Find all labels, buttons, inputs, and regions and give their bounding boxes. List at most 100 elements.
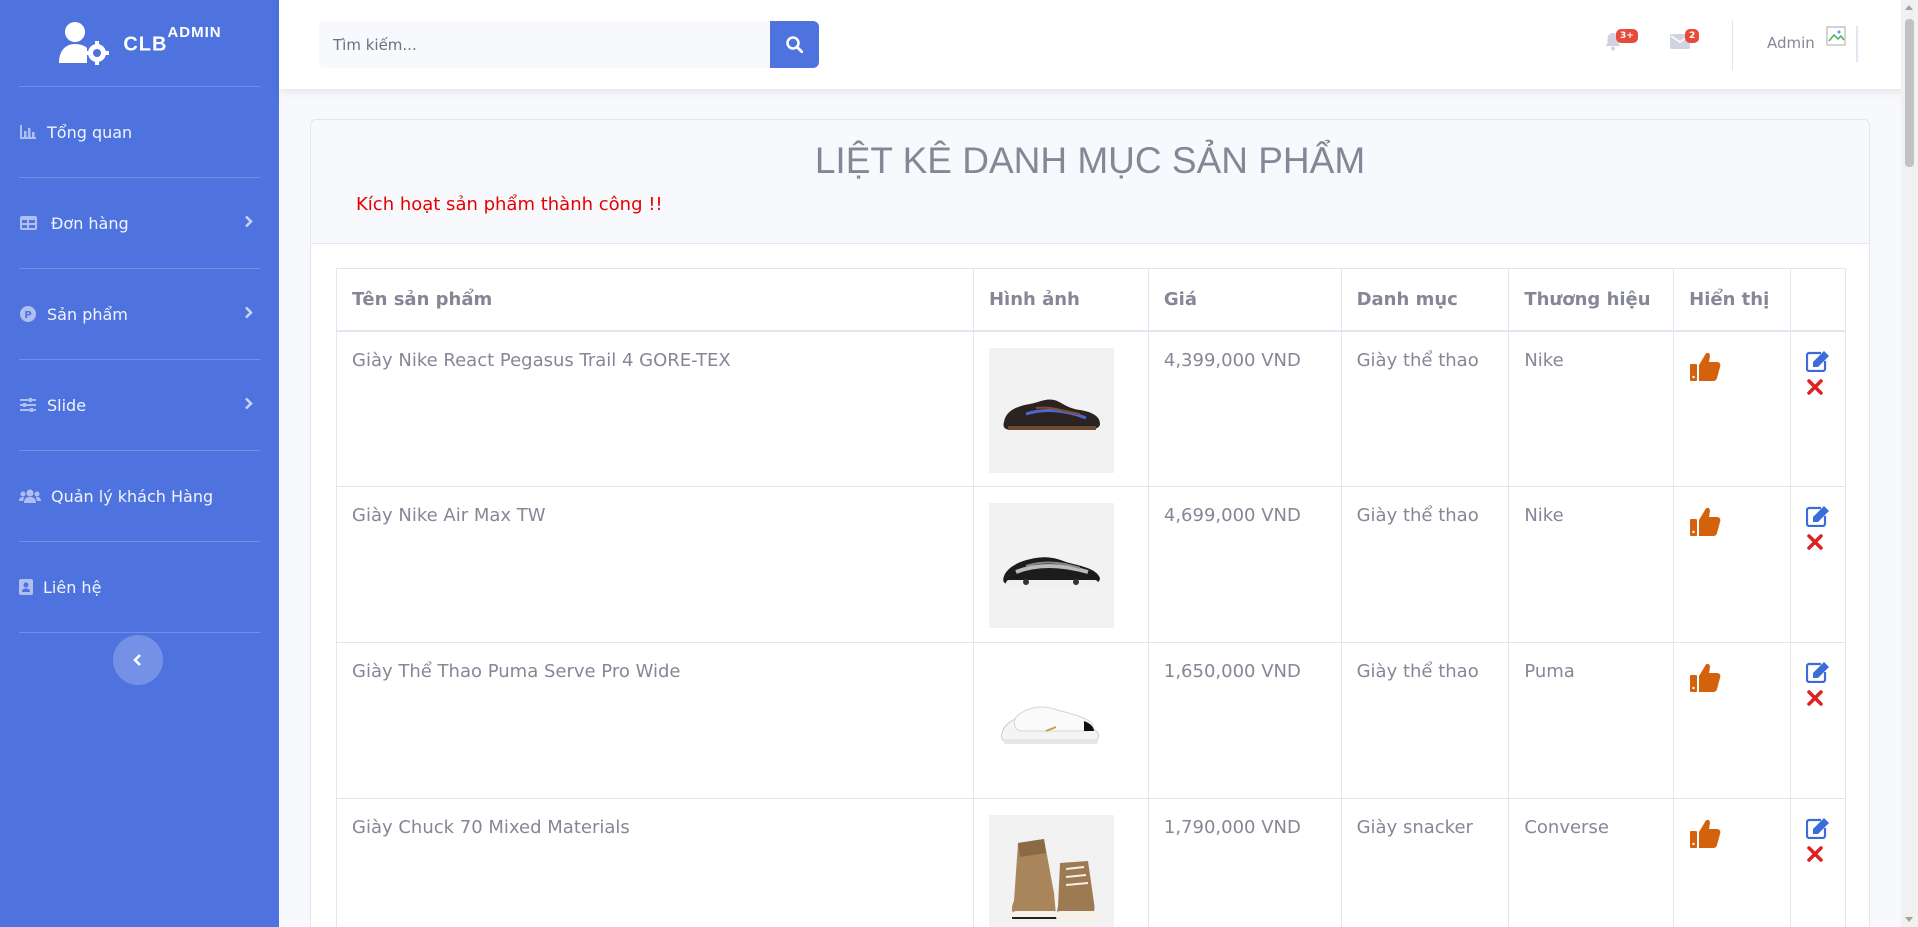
product-category: Giày thể thao xyxy=(1340,330,1510,487)
sidebar: CLBADMIN Tổng quan Đơn hàng P Sản phẩm S… xyxy=(0,0,279,927)
edit-icon[interactable] xyxy=(1805,350,1830,372)
table-header-row: Tên sản phẩm Hình ảnh Giá Danh mục Thươn… xyxy=(336,268,1847,332)
topbar: 3+ 2 Admin xyxy=(279,0,1918,89)
product-name: Giày Nike React Pegasus Trail 4 GORE-TEX xyxy=(336,330,974,487)
sidebar-item-quan-ly-khach-hang[interactable]: Quản lý khách Hàng xyxy=(0,451,279,541)
actions-cell xyxy=(1789,642,1847,799)
product-brand: Puma xyxy=(1508,642,1675,799)
product-category: Giày snacker xyxy=(1340,798,1510,927)
sidebar-item-label: Đơn hàng xyxy=(51,213,129,233)
delete-icon[interactable] xyxy=(1806,533,1824,551)
product-name: Giày Thể Thao Puma Serve Pro Wide xyxy=(336,642,974,799)
users-icon xyxy=(19,487,41,505)
sidebar-item-san-pham[interactable]: P Sản phẩm xyxy=(0,269,279,359)
brand-name-main: CLB xyxy=(123,33,168,56)
visibility-cell xyxy=(1673,330,1791,487)
sidebar-toggle-button[interactable] xyxy=(113,635,163,685)
avatar[interactable] xyxy=(1826,26,1858,62)
column-header: Danh mục xyxy=(1340,268,1510,332)
product-price: 1,650,000 VND xyxy=(1147,642,1342,799)
edit-icon[interactable] xyxy=(1805,817,1830,839)
product-table: Tên sản phẩm Hình ảnh Giá Danh mục Thươn… xyxy=(336,268,1847,927)
sidebar-item-don-hang[interactable]: Đơn hàng xyxy=(0,178,279,268)
product-brand: Nike xyxy=(1508,330,1675,487)
product-brand: Converse xyxy=(1508,798,1675,927)
column-header: Tên sản phẩm xyxy=(336,268,974,332)
scrollbar-thumb[interactable] xyxy=(1905,19,1914,167)
product-brand: Nike xyxy=(1508,486,1675,643)
column-header: Giá xyxy=(1147,268,1342,332)
sidebar-item-tong-quan[interactable]: Tổng quan xyxy=(0,87,279,177)
sidebar-item-label: Quản lý khách Hàng xyxy=(51,486,214,506)
product-image-cell xyxy=(972,486,1149,643)
success-message: Kích hoạt sản phẩm thành công !! xyxy=(356,194,663,215)
column-header: Hiển thị xyxy=(1673,268,1791,332)
product-icon: P xyxy=(19,305,37,323)
chevron-right-icon xyxy=(244,396,253,415)
product-image-cell xyxy=(972,798,1149,927)
sidebar-item-label: Sản phẩm xyxy=(47,304,128,324)
contact-icon xyxy=(19,578,33,596)
search-input[interactable] xyxy=(319,21,770,68)
product-image-cell xyxy=(972,330,1149,487)
alerts-badge: 3+ xyxy=(1616,29,1638,43)
table-row: Giày Nike React Pegasus Trail 4 GORE-TEX… xyxy=(336,330,1847,487)
alerts-button[interactable]: 3+ xyxy=(1605,29,1638,55)
tan-converse-hightop-image xyxy=(988,815,1114,927)
product-category: Giày thể thao xyxy=(1340,486,1510,643)
edit-icon[interactable] xyxy=(1805,661,1830,683)
thumbs-up-icon[interactable] xyxy=(1689,661,1721,693)
column-header xyxy=(1789,268,1847,332)
delete-icon[interactable] xyxy=(1806,845,1824,863)
page-title: LIỆT KÊ DANH MỤC SẢN PHẨM xyxy=(814,140,1366,181)
brand[interactable]: CLBADMIN xyxy=(0,0,279,86)
chevron-left-icon xyxy=(133,654,141,666)
visibility-cell xyxy=(1673,642,1791,799)
sidebar-item-lien-he[interactable]: Liên hệ xyxy=(0,542,279,632)
sidebar-item-slide[interactable]: Slide xyxy=(0,360,279,450)
product-image-cell xyxy=(972,642,1149,799)
product-price: 1,790,000 VND xyxy=(1147,798,1342,927)
product-name: Giày Chuck 70 Mixed Materials xyxy=(336,798,974,927)
column-header: Thương hiệu xyxy=(1508,268,1675,332)
search-icon xyxy=(786,36,803,53)
topbar-divider xyxy=(1732,20,1733,70)
actions-cell xyxy=(1789,330,1847,487)
scroll-down-arrow[interactable] xyxy=(1905,917,1913,922)
visibility-cell xyxy=(1673,798,1791,927)
edit-icon[interactable] xyxy=(1805,505,1830,527)
search-button[interactable] xyxy=(770,21,819,68)
chart-area-icon xyxy=(19,123,37,141)
sidebar-item-label: Tổng quan xyxy=(47,122,133,142)
table-icon xyxy=(19,214,37,232)
brand-name: CLBADMIN xyxy=(123,24,221,57)
user-name[interactable]: Admin xyxy=(1767,34,1815,52)
scroll-up-arrow[interactable] xyxy=(1905,5,1913,10)
black-white-airmax-image xyxy=(988,503,1114,628)
actions-cell xyxy=(1789,486,1847,643)
thumbs-up-icon[interactable] xyxy=(1689,350,1721,382)
messages-badge: 2 xyxy=(1685,29,1700,43)
product-category: Giày thể thao xyxy=(1340,642,1510,799)
messages-button[interactable]: 2 xyxy=(1670,29,1700,53)
sidebar-divider xyxy=(19,632,260,633)
page-scrollbar[interactable] xyxy=(1901,0,1918,927)
user-cog-icon xyxy=(59,22,110,65)
table-row: Giày Thể Thao Puma Serve Pro Wide 1,650,… xyxy=(336,642,1847,799)
search-form xyxy=(319,21,819,68)
table-row: Giày Nike Air Max TW 4,699,000 VND Giày … xyxy=(336,486,1847,643)
thumbs-up-icon[interactable] xyxy=(1689,505,1721,537)
sliders-icon xyxy=(19,396,37,414)
sidebar-item-label: Liên hệ xyxy=(43,577,102,597)
delete-icon[interactable] xyxy=(1806,378,1824,396)
delete-icon[interactable] xyxy=(1806,689,1824,707)
product-price: 4,699,000 VND xyxy=(1147,486,1342,643)
chevron-right-icon xyxy=(244,214,253,233)
thumbs-up-icon[interactable] xyxy=(1689,817,1721,849)
actions-cell xyxy=(1789,798,1847,927)
chevron-right-icon xyxy=(244,305,253,324)
product-price: 4,399,000 VND xyxy=(1147,330,1342,487)
product-list-card: LIỆT KÊ DANH MỤC SẢN PHẨM Kích hoạt sản … xyxy=(310,119,1870,927)
visibility-cell xyxy=(1673,486,1791,643)
svg-text:P: P xyxy=(24,310,31,321)
